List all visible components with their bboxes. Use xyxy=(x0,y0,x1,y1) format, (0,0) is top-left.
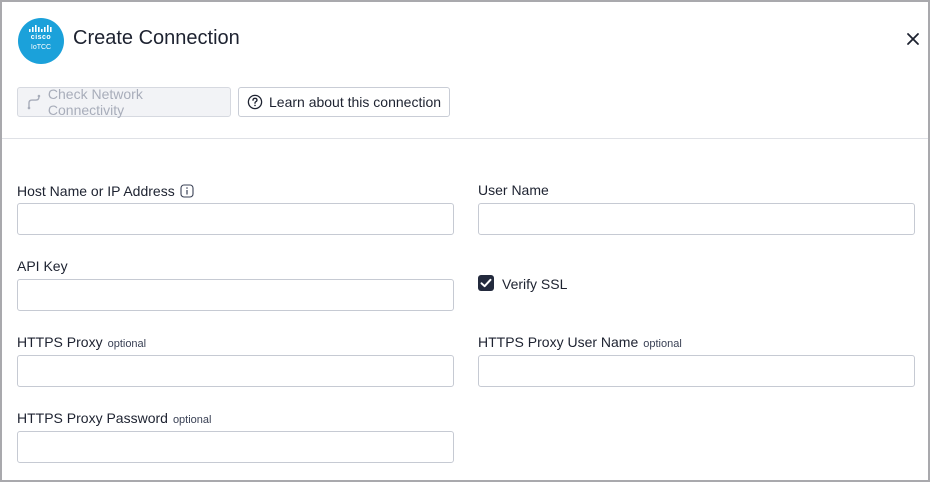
api-key-input[interactable] xyxy=(17,279,454,311)
check-network-connectivity-label: Check Network Connectivity xyxy=(47,86,143,118)
host-label-text: Host Name or IP Address xyxy=(17,183,175,199)
https-proxy-label-text: HTTPS Proxy xyxy=(17,334,103,350)
checkmark-icon xyxy=(480,278,492,288)
dialog-title: Create Connection xyxy=(73,27,240,49)
optional-tag: optional xyxy=(643,338,682,350)
optional-tag: optional xyxy=(107,338,147,350)
learn-about-connection-label: Learn about this connection xyxy=(269,94,442,110)
close-button[interactable] xyxy=(903,29,923,49)
verify-ssl-label[interactable]: Verify SSL xyxy=(502,276,567,292)
https-proxy-user-field-label: HTTPS Proxy User Name optional xyxy=(478,334,682,350)
question-circle-icon xyxy=(247,94,263,110)
host-field-label: Host Name or IP Address xyxy=(17,182,194,199)
close-icon xyxy=(907,33,919,45)
create-connection-dialog: cisco IoTCC Create Connection Check Netw… xyxy=(0,0,930,482)
https-proxy-password-input[interactable] xyxy=(17,431,454,463)
toolbar-divider xyxy=(2,138,928,139)
optional-tag: optional xyxy=(172,414,212,426)
https-proxy-field-label: HTTPS Proxy optional xyxy=(17,334,146,350)
https-proxy-password-field-label: HTTPS Proxy Password optional xyxy=(17,410,211,426)
cisco-bars-icon xyxy=(29,25,52,32)
cisco-iotcc-logo: cisco IoTCC xyxy=(18,18,64,64)
user-name-field-label: User Name xyxy=(478,182,549,198)
check-network-connectivity-button[interactable]: Check Network Connectivity xyxy=(17,86,231,118)
verify-ssl-checkbox[interactable] xyxy=(478,275,494,291)
https-proxy-user-label-text: HTTPS Proxy User Name xyxy=(478,334,639,350)
user-name-input[interactable] xyxy=(478,203,915,235)
logo-word: cisco xyxy=(30,34,52,41)
https-proxy-user-input[interactable] xyxy=(478,355,915,387)
logo-subtext: IoTCC xyxy=(30,44,52,51)
https-proxy-password-label-text: HTTPS Proxy Password xyxy=(17,410,168,426)
user-name-label-text: User Name xyxy=(478,182,549,198)
network-path-icon xyxy=(27,94,41,110)
api-key-label-text: API Key xyxy=(17,258,68,274)
api-key-field-label: API Key xyxy=(17,258,68,274)
https-proxy-input[interactable] xyxy=(17,355,454,387)
info-icon[interactable] xyxy=(180,184,194,198)
learn-about-connection-button[interactable]: Learn about this connection xyxy=(238,87,450,117)
host-input[interactable] xyxy=(17,203,454,235)
